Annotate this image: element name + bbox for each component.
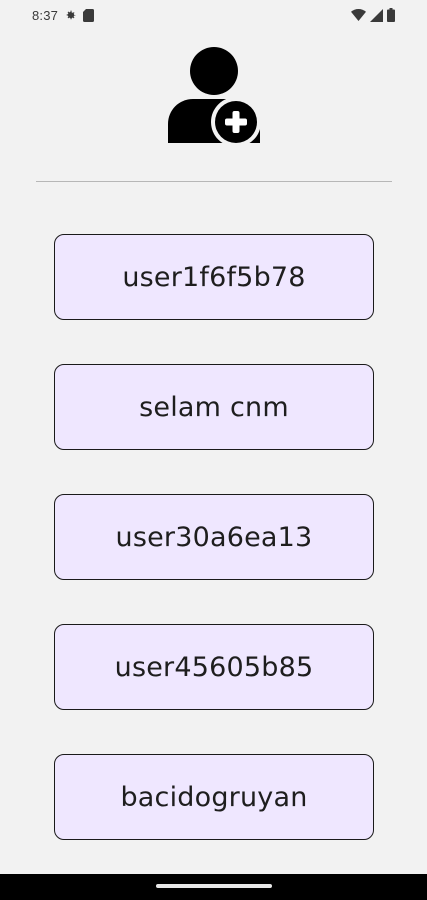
user-button-user45605b85[interactable]: user45605b85: [54, 624, 374, 710]
user-button-label: selam cnm: [139, 391, 289, 423]
user-button-label: user45605b85: [114, 651, 314, 683]
status-time: 8:37: [32, 7, 59, 23]
add-user-icon: [168, 47, 261, 147]
user-button-user1f6f5b78[interactable]: user1f6f5b78: [54, 234, 374, 320]
user-button-bacidogruyan[interactable]: bacidogruyan: [54, 754, 374, 840]
user-button-label: user30a6ea13: [115, 521, 313, 553]
user-button-label: bacidogruyan: [120, 781, 308, 813]
status-bar: 8:37: [0, 0, 427, 30]
navigation-bar: [0, 874, 427, 900]
settings-icon: [64, 9, 77, 22]
divider: [36, 181, 392, 182]
battery-icon: [387, 8, 395, 22]
user-list: user1f6f5b78 selam cnm user30a6ea13 user…: [54, 234, 374, 884]
add-user-button[interactable]: [166, 46, 262, 147]
status-left: 8:37: [32, 7, 95, 23]
home-gesture-handle[interactable]: [156, 884, 272, 888]
cellular-signal-icon: [370, 8, 383, 22]
user-button-selam-cnm[interactable]: selam cnm: [54, 364, 374, 450]
user-button-label: user1f6f5b78: [122, 261, 306, 293]
sim-card-icon: [83, 8, 95, 22]
status-right: [351, 8, 395, 22]
wifi-icon: [351, 9, 366, 21]
user-button-user30a6ea13[interactable]: user30a6ea13: [54, 494, 374, 580]
